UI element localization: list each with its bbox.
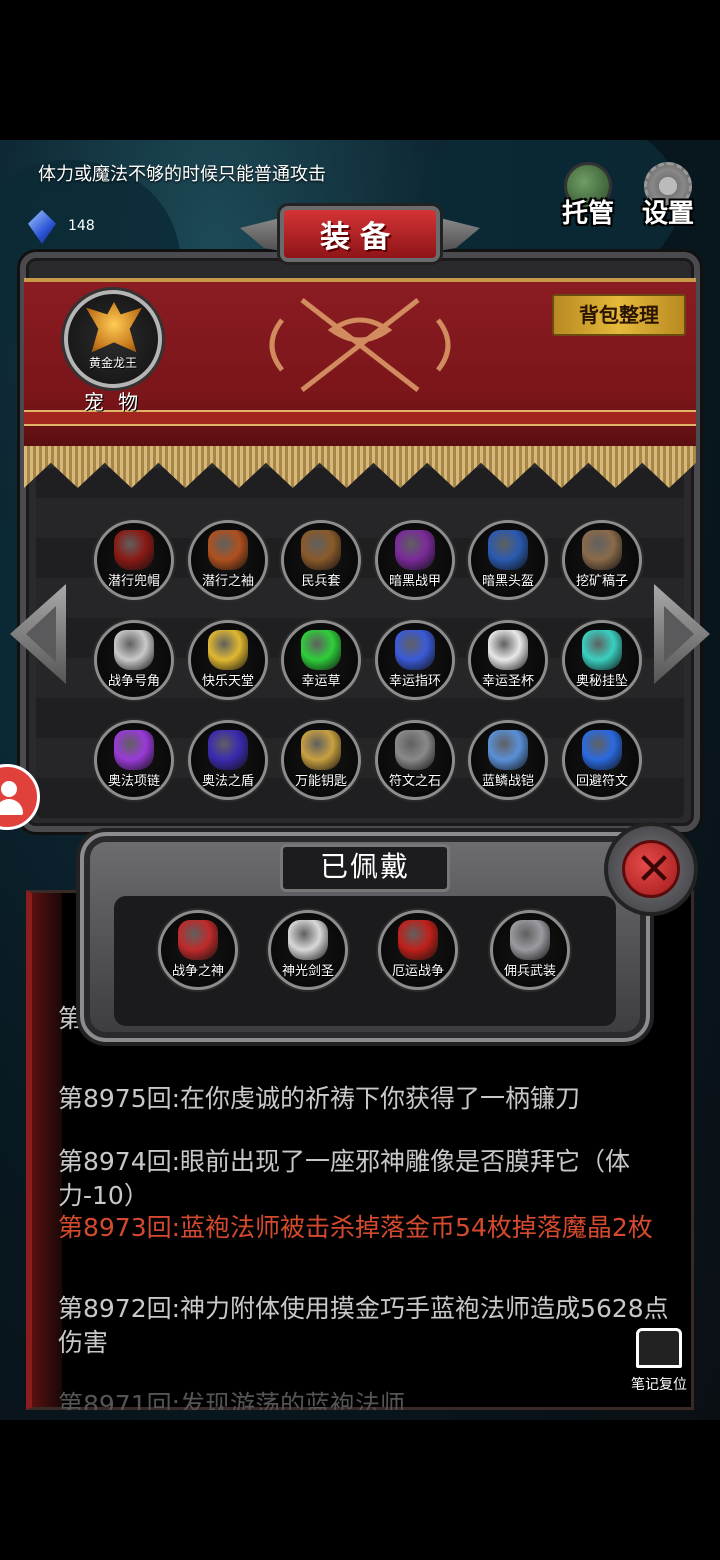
item-slot[interactable]: 佣兵武装 [490, 910, 570, 990]
panel-title-plate: 装备 [240, 196, 480, 280]
settings-label: 设置 [641, 199, 694, 229]
item-label: 奥秘挂坠 [575, 674, 628, 689]
item-slot[interactable]: 民兵套 [281, 520, 361, 600]
item-slot[interactable]: 暗黑头盔 [468, 520, 548, 600]
crystal-counter: 148 [22, 208, 95, 248]
item-label: 暗黑头盔 [481, 574, 534, 589]
item-label: 佣兵武装 [503, 964, 556, 979]
golden-book-icon [208, 630, 248, 670]
dark-armor-icon [395, 530, 435, 570]
note-reset-icon [636, 1328, 682, 1368]
item-slot[interactable]: 符文之石 [375, 720, 455, 800]
crossed-swords-crest-icon [269, 298, 451, 392]
evasion-rune-icon [582, 730, 622, 770]
close-button[interactable]: ✕ [604, 822, 698, 916]
item-slot[interactable]: 万能钥匙 [281, 720, 361, 800]
item-label: 奥法之盾 [201, 774, 254, 789]
item-label: 神光剑圣 [281, 964, 334, 979]
item-slot[interactable]: 战争之神 [158, 910, 238, 990]
dark-helmet-icon [488, 530, 528, 570]
item-label: 厄运战争 [391, 964, 444, 979]
log-line-cut: 第8971回:发现游荡的蓝袍法师 [58, 1390, 406, 1410]
clover-icon [301, 630, 341, 670]
equipped-title: 已佩戴 [280, 844, 450, 892]
arcane-shield-icon [208, 730, 248, 770]
item-label: 幸运指环 [388, 674, 441, 689]
sort-bag-button[interactable]: 背包整理 [552, 294, 686, 336]
item-slot[interactable]: 奥法之盾 [188, 720, 268, 800]
log-line-highlight: 第8973回:蓝袍法师被击杀掉落金币54枚掉落魔晶2枚 [58, 1213, 653, 1242]
sleeve-icon [208, 530, 248, 570]
item-label: 回避符文 [575, 774, 628, 789]
sword-saint-icon [288, 920, 328, 960]
item-slot[interactable]: 奥法项链 [94, 720, 174, 800]
pet-label: 宠 物 [83, 390, 143, 414]
note-reset-button[interactable]: 笔记复位 [626, 1326, 692, 1398]
log-line: 第8972回:神力附体使用摸金巧手蓝袍法师造成5628点伤害 [58, 1294, 669, 1357]
auto-play-label: 托管 [561, 199, 614, 229]
item-slot[interactable]: 快乐天堂 [188, 620, 268, 700]
doom-war-icon [398, 920, 438, 960]
item-slot[interactable]: 战争号角 [94, 620, 174, 700]
item-label: 民兵套 [301, 574, 341, 589]
item-slot[interactable]: 奥秘挂坠 [562, 620, 642, 700]
necklace-icon [114, 730, 154, 770]
ring-icon [395, 630, 435, 670]
nav-bar-area [0, 1420, 720, 1560]
pet-slot[interactable]: 黄金龙王 宠 物 [62, 290, 164, 414]
hood-icon [114, 530, 154, 570]
log-line: 第8975回:在你虔诚的祈祷下你获得了一柄镰刀 [58, 1084, 581, 1113]
item-slot[interactable]: 幸运圣杯 [468, 620, 548, 700]
crystal-count: 148 [68, 218, 95, 234]
key-icon [301, 730, 341, 770]
mercenary-icon [510, 920, 550, 960]
item-label: 幸运草 [301, 674, 341, 689]
item-slot[interactable]: 幸运指环 [375, 620, 455, 700]
panel-title: 装备 [320, 220, 400, 255]
pickaxe-icon [582, 530, 622, 570]
settings-button[interactable]: 设置 [636, 160, 700, 230]
blue-scale-armor-icon [488, 730, 528, 770]
pet-name: 黄金龙王 [88, 356, 137, 370]
item-slot[interactable]: 挖矿稿子 [562, 520, 642, 600]
item-label: 快乐天堂 [201, 674, 254, 689]
rune-stone-icon [395, 730, 435, 770]
item-label: 挖矿稿子 [575, 574, 628, 589]
item-label: 万能钥匙 [294, 774, 347, 789]
next-page-button[interactable] [654, 584, 710, 684]
war-god-icon [178, 920, 218, 960]
item-label: 奥法项链 [107, 774, 160, 789]
item-slot[interactable]: 回避符文 [562, 720, 642, 800]
item-label: 战争号角 [107, 674, 160, 689]
close-icon: ✕ [635, 844, 673, 895]
item-label: 符文之石 [388, 774, 441, 789]
chalice-icon [488, 630, 528, 670]
item-label: 蓝鳞战铠 [481, 774, 534, 789]
note-reset-label: 笔记复位 [631, 1377, 687, 1393]
item-slot[interactable]: 暗黑战甲 [375, 520, 455, 600]
item-slot[interactable]: 厄运战争 [378, 910, 458, 990]
status-bar-area [0, 0, 720, 140]
item-label: 暗黑战甲 [388, 574, 441, 589]
item-label: 潜行之袖 [201, 574, 254, 589]
crystal-gem-icon [28, 210, 56, 244]
war-horn-icon [114, 630, 154, 670]
prev-page-button[interactable] [10, 584, 66, 684]
item-slot[interactable]: 幸运草 [281, 620, 361, 700]
log-line: 第8974回:眼前出现了一座邪神雕像是否膜拜它（体力-10） [58, 1147, 631, 1210]
pendant-icon [582, 630, 622, 670]
item-slot[interactable]: 神光剑圣 [268, 910, 348, 990]
item-slot[interactable]: 潜行兜帽 [94, 520, 174, 600]
auto-play-button[interactable]: 托管 [556, 160, 620, 230]
item-label: 幸运圣杯 [481, 674, 534, 689]
user-icon [1, 781, 17, 797]
item-slot[interactable]: 蓝鳞战铠 [468, 720, 548, 800]
militia-set-icon [301, 530, 341, 570]
item-label: 战争之神 [171, 964, 224, 979]
hint-text: 体力或魔法不够的时候只能普通攻击 [38, 164, 326, 185]
item-label: 潜行兜帽 [107, 574, 160, 589]
item-slot[interactable]: 潜行之袖 [188, 520, 268, 600]
